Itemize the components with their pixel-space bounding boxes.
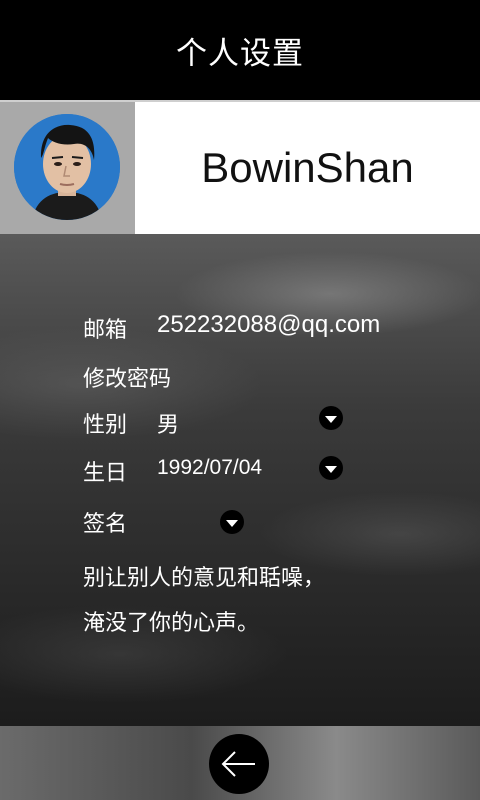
signature-label: 签名 xyxy=(83,512,128,537)
gender-dropdown-chevron-down-icon[interactable] xyxy=(319,406,343,430)
gender-value[interactable]: 男 xyxy=(157,407,179,439)
settings-panel: 邮箱 252232088@qq.com 修改密码 性别 男 生日 1992/07… xyxy=(0,234,480,726)
bottom-bar xyxy=(0,726,480,800)
signature-text-line-1: 别让别人的意见和聒噪， xyxy=(83,566,326,591)
avatar-portrait xyxy=(14,114,120,220)
signature-text-line-2: 淹没了你的心声。 xyxy=(83,611,260,636)
birthday-value[interactable]: 1992/07/04 xyxy=(157,456,262,480)
title-bar: 个人设置 xyxy=(0,0,480,100)
username: BowinShan xyxy=(201,144,414,191)
email-row[interactable]: 邮箱 252232088@qq.com xyxy=(83,311,380,344)
birthday-row[interactable]: 生日 1992/07/04 xyxy=(83,455,262,487)
avatar-container[interactable] xyxy=(0,102,135,234)
back-arrow-icon xyxy=(221,751,255,777)
page-title: 个人设置 xyxy=(176,35,304,72)
change-password-row[interactable]: 修改密码 xyxy=(83,361,171,393)
birthday-label: 生日 xyxy=(83,461,128,486)
gender-label: 性别 xyxy=(83,413,128,438)
signature-dropdown-chevron-down-icon[interactable] xyxy=(220,510,244,534)
profile-header: BowinShan xyxy=(0,100,480,234)
avatar[interactable] xyxy=(14,114,120,220)
email-value[interactable]: 252232088@qq.com xyxy=(157,311,380,339)
gender-row[interactable]: 性别 男 xyxy=(83,407,179,439)
birthday-dropdown-chevron-down-icon[interactable] xyxy=(319,456,343,480)
back-button[interactable] xyxy=(209,734,269,794)
change-password-label[interactable]: 修改密码 xyxy=(83,367,171,392)
email-label: 邮箱 xyxy=(83,318,128,343)
signature-row[interactable]: 签名 xyxy=(83,506,127,538)
